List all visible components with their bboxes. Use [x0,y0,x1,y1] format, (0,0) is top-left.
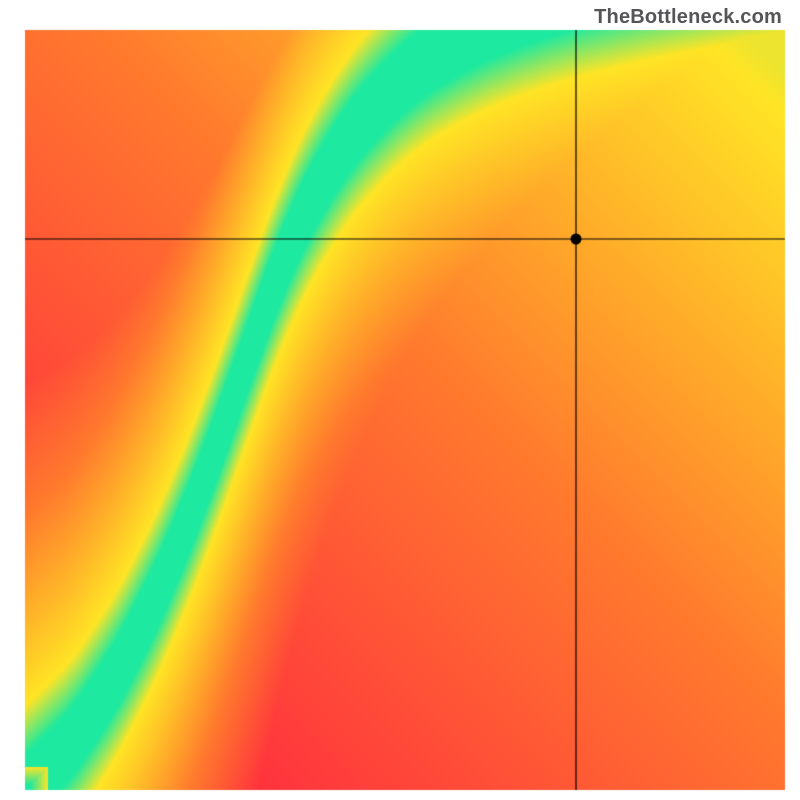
heatmap-canvas [0,0,800,800]
watermark-text: TheBottleneck.com [594,6,782,29]
chart-container: TheBottleneck.com [0,0,800,800]
